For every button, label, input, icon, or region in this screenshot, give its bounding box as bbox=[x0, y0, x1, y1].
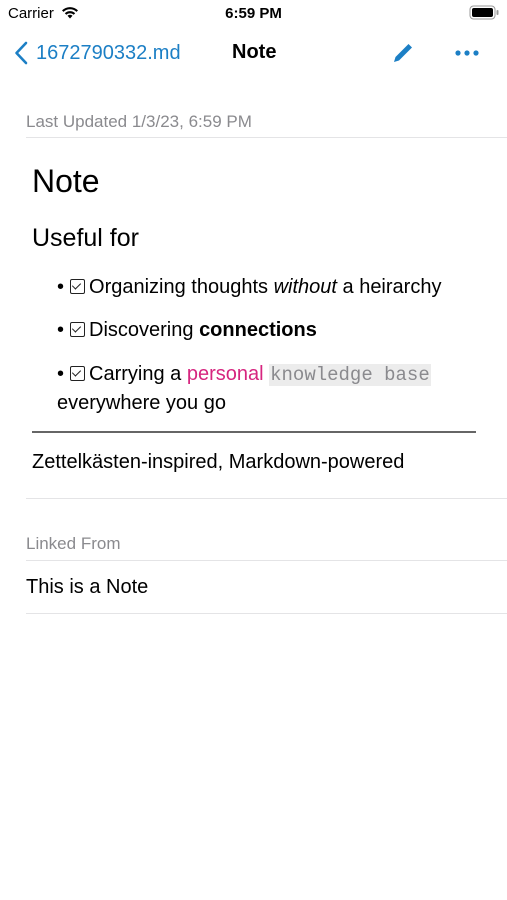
divider bbox=[26, 137, 507, 138]
navigation-bar: 1672790332.md Note bbox=[0, 28, 507, 78]
list-item-code: knowledge base bbox=[269, 364, 431, 386]
list-item-emphasis: without bbox=[273, 276, 337, 298]
back-button[interactable]: 1672790332.md bbox=[14, 38, 181, 68]
linked-note-item[interactable]: This is a Note bbox=[26, 576, 148, 599]
list-item-text: Discovering bbox=[89, 319, 200, 341]
list-item-text: Organizing thoughts bbox=[89, 276, 274, 298]
checkbox-checked-icon bbox=[70, 322, 86, 337]
note-tagline: Zettelkästen-inspired, Markdown-powered bbox=[32, 451, 405, 473]
linked-from-header: Linked From bbox=[26, 534, 121, 553]
list-item-highlight: personal bbox=[186, 363, 264, 385]
horizontal-rule bbox=[32, 431, 476, 433]
note-heading-1: Note bbox=[32, 163, 100, 199]
list-item: • Organizing thoughts without a heirarchy bbox=[57, 276, 442, 298]
divider bbox=[26, 560, 507, 561]
divider bbox=[26, 498, 507, 499]
note-heading-2: Useful for bbox=[32, 224, 139, 252]
ellipsis-icon[interactable] bbox=[452, 42, 482, 64]
checkbox-checked-icon bbox=[70, 279, 86, 294]
list-item-text: everywhere you go bbox=[57, 392, 226, 414]
list-item: • Carrying a personal knowledge base every… bbox=[57, 363, 431, 414]
list-item-text: a heirarchy bbox=[336, 276, 442, 298]
page-title: Note bbox=[232, 41, 277, 63]
pencil-icon[interactable] bbox=[390, 40, 416, 66]
last-updated-label: Last Updated 1/3/23, 6:59 PM bbox=[26, 112, 252, 131]
checkbox-checked-icon bbox=[70, 366, 86, 381]
divider bbox=[26, 613, 507, 614]
chevron-left-icon bbox=[15, 41, 28, 65]
list-item: • Discovering connections bbox=[57, 319, 317, 341]
status-time: 6:59 PM bbox=[225, 5, 282, 22]
list-item-text: Carrying a bbox=[89, 363, 187, 385]
back-button-label: 1672790332.md bbox=[36, 41, 181, 64]
battery-icon bbox=[469, 5, 499, 20]
list-item-strong: connections bbox=[199, 319, 317, 341]
status-bar: Carrier 6:59 PM bbox=[0, 0, 507, 28]
